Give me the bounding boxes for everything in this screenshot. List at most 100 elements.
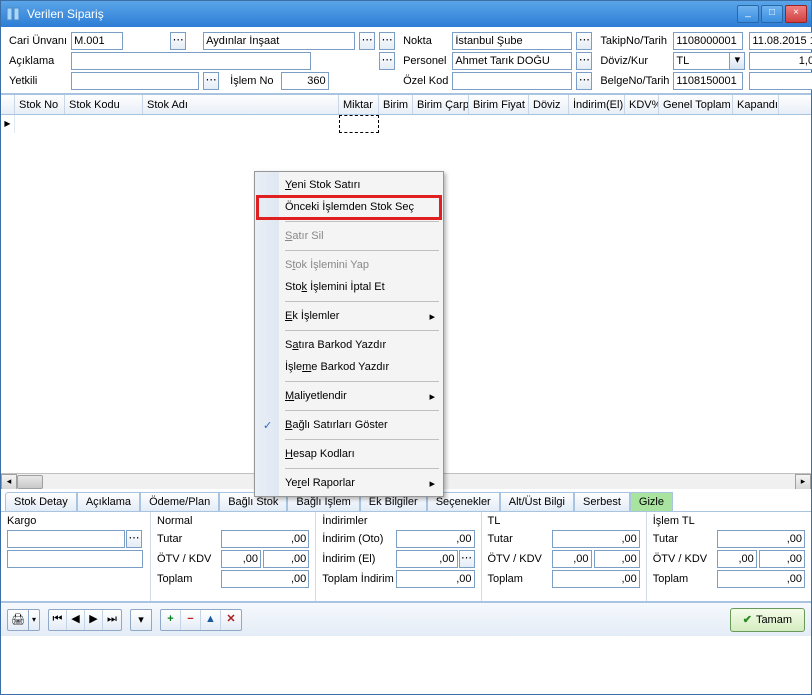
tab-serbest[interactable]: Serbest	[574, 492, 630, 511]
menu-yerel-raporlar[interactable]: Yerel Raporlar▸	[257, 472, 441, 494]
ozelkod-lookup[interactable]: ⋯	[576, 72, 592, 90]
belge-label: BelgeNo/Tarih	[594, 71, 671, 91]
nokta-input[interactable]	[452, 32, 572, 50]
tl-kdv: ,00	[594, 550, 640, 568]
tamam-button[interactable]: ✔Tamam	[730, 608, 805, 632]
col-geneltoplam[interactable]: Genel Toplam	[659, 95, 733, 114]
col-stokkodu[interactable]: Stok Kodu	[65, 95, 143, 114]
minimize-button[interactable]: _	[737, 5, 759, 23]
islemtl-otv: ,00	[717, 550, 757, 568]
islemtl-tutar: ,00	[717, 530, 805, 548]
col-doviz[interactable]: Döviz	[529, 95, 569, 114]
col-kdv[interactable]: KDV%	[625, 95, 659, 114]
cari-code-lookup[interactable]: ⋯	[170, 32, 186, 50]
personel-input[interactable]	[452, 52, 572, 70]
indirim-oto: ,00	[396, 530, 474, 548]
col-stokno[interactable]: Stok No	[15, 95, 65, 114]
remove-button[interactable]: −	[181, 610, 201, 630]
grid-row[interactable]	[1, 115, 811, 133]
menu-bagli-satirlari[interactable]: ✓Bağlı Satırları Göster	[257, 414, 441, 436]
menu-satira-barkod[interactable]: Satıra Barkod Yazdır	[257, 334, 441, 356]
find-button[interactable]: ▾	[130, 609, 152, 631]
nav-group: ⏮ ◀ ▶ ⏭	[48, 609, 122, 631]
kargo-detail-input[interactable]	[7, 550, 143, 568]
cari-name-extra[interactable]: ⋯	[379, 32, 395, 50]
menu-yeni-stok[interactable]: Yeni Stok Satırı	[257, 174, 441, 196]
menu-onceki-islemden[interactable]: Önceki İşlemden Stok Seç	[257, 196, 441, 218]
cari-code-input[interactable]	[71, 32, 123, 50]
edit-button[interactable]: ▲	[201, 610, 221, 630]
close-button[interactable]: ×	[785, 5, 807, 23]
grid-header: Stok No Stok Kodu Stok Adı Miktar Birim …	[1, 95, 811, 115]
col-kapandi[interactable]: Kapandı	[733, 95, 779, 114]
yetkili-lookup[interactable]: ⋯	[203, 72, 219, 90]
col-miktar[interactable]: Miktar	[339, 95, 379, 114]
tab-stokdetay[interactable]: Stok Detay	[5, 492, 77, 511]
header-form: Cari Ünvanı ⋯ ⋯ ⋯ Nokta ⋯ TakipNo/Tarih …	[1, 27, 811, 94]
col-birim[interactable]: Birim	[379, 95, 413, 114]
kargo-lookup[interactable]: ⋯	[126, 530, 142, 548]
menu-maliyetlendir[interactable]: Maliyetlendir▸	[257, 385, 441, 407]
kur-input[interactable]	[749, 52, 812, 70]
tab-gizle[interactable]: Gizle	[630, 492, 673, 511]
kargo-input[interactable]	[7, 530, 125, 548]
scroll-thumb[interactable]	[17, 475, 43, 489]
doviz-label: Döviz/Kur	[594, 51, 671, 71]
scroll-right-icon[interactable]: ▸	[795, 474, 811, 489]
cari-name-lookup[interactable]: ⋯	[359, 32, 375, 50]
col-indirimel[interactable]: İndirim(El)	[569, 95, 625, 114]
islemno-label: İşlem No	[230, 75, 273, 87]
totals-panel: Kargo ⋯ Normal Tutar,00 ÖTV / KDV,00,00 …	[1, 512, 811, 602]
ozelkod-input[interactable]	[452, 72, 572, 90]
takip-date-input[interactable]	[749, 32, 812, 50]
yetkili-input[interactable]	[71, 72, 199, 90]
normal-toplam: ,00	[221, 570, 309, 588]
tab-altustbilgi[interactable]: Alt/Üst Bilgi	[500, 492, 574, 511]
menu-satir-sil: Satır Sil	[257, 225, 441, 247]
nav-last-button[interactable]: ⏭	[103, 610, 121, 630]
menu-ek-islemler[interactable]: Ek İşlemler▸	[257, 305, 441, 327]
nav-next-button[interactable]: ▶	[85, 610, 103, 630]
cari-name-input[interactable]	[203, 32, 355, 50]
normal-otv: ,00	[221, 550, 261, 568]
doviz-combo[interactable]: TL▾	[673, 52, 745, 70]
col-birimcarp[interactable]: Birim Çarp	[413, 95, 469, 114]
personel-lookup[interactable]: ⋯	[576, 52, 592, 70]
menu-isleme-barkod[interactable]: İşleme Barkod Yazdır	[257, 356, 441, 378]
kargo-title: Kargo	[7, 515, 144, 527]
cancel-button[interactable]: ✕	[221, 610, 241, 630]
ozelkod-label: Özel Kod	[397, 71, 450, 91]
col-stokadi[interactable]: Stok Adı	[143, 95, 339, 114]
print-button[interactable]: 🖨	[7, 609, 29, 631]
submenu-arrow-icon: ▸	[429, 310, 435, 323]
nokta-lookup[interactable]: ⋯	[576, 32, 592, 50]
print-split[interactable]: ▾	[29, 609, 40, 631]
indirim-el: ,00	[396, 550, 457, 568]
scroll-left-icon[interactable]: ◂	[1, 474, 17, 489]
belgeno-input[interactable]	[673, 72, 743, 90]
tab-aciklama[interactable]: Açıklama	[77, 492, 140, 511]
maximize-button[interactable]: □	[761, 5, 783, 23]
aciklama-lookup[interactable]: ⋯	[379, 52, 395, 70]
nav-prev-button[interactable]: ◀	[67, 610, 85, 630]
indirim-lookup[interactable]: ⋯	[459, 550, 475, 568]
nav-first-button[interactable]: ⏮	[49, 610, 67, 630]
footer-toolbar: 🖨▾ ⏮ ◀ ▶ ⏭ ▾ + − ▲ ✕ ✔Tamam	[1, 602, 811, 636]
belge-date-input[interactable]	[749, 72, 812, 90]
islemtl-kdv: ,00	[759, 550, 805, 568]
cari-unvan-label: Cari Ünvanı	[7, 31, 69, 51]
takip-no-input[interactable]	[673, 32, 743, 50]
menu-stok-iptal[interactable]: Stok İşlemini İptal Et	[257, 276, 441, 298]
check-icon: ✔	[743, 613, 752, 626]
aciklama-input[interactable]	[71, 52, 311, 70]
col-birimfiyat[interactable]: Birim Fiyat	[469, 95, 529, 114]
tab-odemeplan[interactable]: Ödeme/Plan	[140, 492, 219, 511]
normal-title: Normal	[157, 515, 309, 527]
context-menu: Yeni Stok Satırı Önceki İşlemden Stok Se…	[254, 171, 444, 497]
add-button[interactable]: +	[161, 610, 181, 630]
submenu-arrow-icon: ▸	[429, 390, 435, 403]
nokta-label: Nokta	[397, 31, 450, 51]
menu-hesap-kodlari[interactable]: Hesap Kodları	[257, 443, 441, 465]
active-cell[interactable]	[339, 115, 379, 133]
islemno-input[interactable]	[281, 72, 329, 90]
